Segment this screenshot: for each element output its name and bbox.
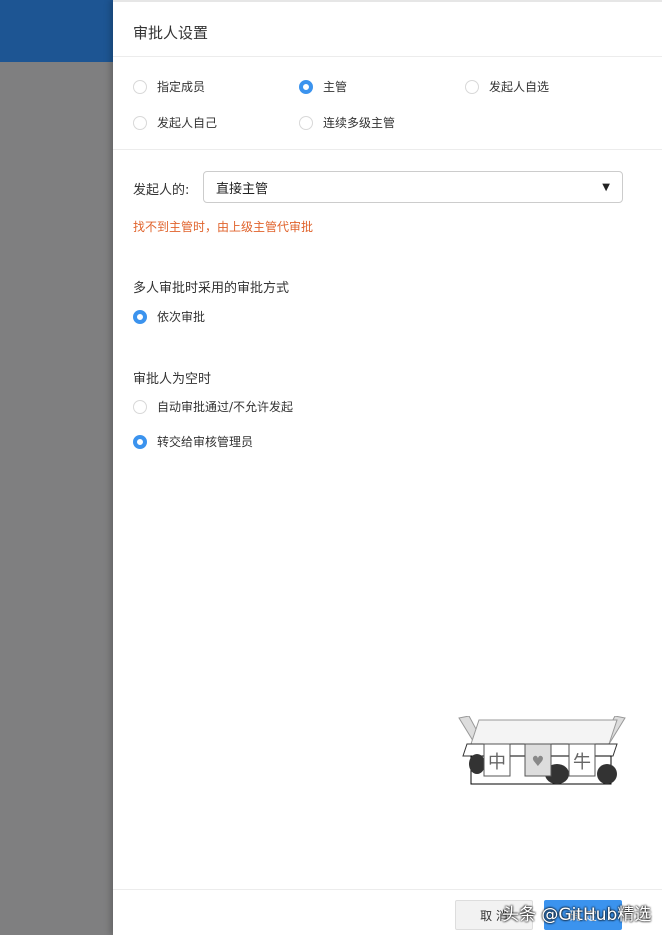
empty-approver-heading: 审批人为空时 — [133, 372, 212, 387]
radio-label: 连续多级主管 — [323, 116, 396, 130]
supervisor-label: 发起人的: — [133, 183, 190, 198]
watermark: 头条 @GitHub精选 — [502, 905, 652, 925]
radio-label: 自动审批通过/不允许发起 — [157, 400, 294, 414]
radio-icon — [133, 399, 147, 414]
radio-sequential-approval[interactable]: 依次审批 — [133, 308, 205, 325]
radio-initiator-self[interactable]: 发起人自己 — [133, 114, 217, 131]
radio-checked-icon — [133, 434, 147, 449]
svg-text:牛: 牛 — [573, 752, 591, 773]
radio-label: 转交给审核管理员 — [157, 435, 254, 449]
radio-label: 发起人自己 — [157, 116, 218, 130]
radio-icon — [133, 115, 147, 130]
radio-label: 发起人自选 — [489, 80, 550, 94]
radio-checked-icon — [133, 309, 147, 324]
svg-text:♥: ♥ — [532, 754, 545, 770]
app-header — [0, 0, 113, 62]
radio-supervisor[interactable]: 主管 — [299, 78, 347, 95]
caret-down-icon: ▼ — [602, 181, 610, 193]
radio-initiator-choose[interactable]: 发起人自选 — [465, 78, 549, 95]
approver-settings-drawer: 审批人设置 指定成员 主管 发起人自选 发起人自己 连续多级主管 发起人的: 直… — [113, 0, 662, 935]
radio-multilevel-supervisor[interactable]: 连续多级主管 — [299, 114, 395, 131]
svg-text:中: 中 — [488, 752, 506, 773]
radio-label: 主管 — [323, 80, 348, 94]
supervisor-warning: 找不到主管时，由上级主管代审批 — [133, 220, 314, 234]
radio-label: 指定成员 — [157, 80, 206, 94]
milk-box-illustration: 中 ♥ 牛 — [458, 716, 626, 785]
radio-icon — [465, 79, 479, 94]
divider — [113, 149, 662, 150]
supervisor-level-select[interactable]: 直接主管 ▼ — [203, 171, 623, 203]
select-value: 直接主管 — [216, 181, 269, 197]
drawer-title: 审批人设置 — [133, 24, 209, 42]
radio-designated-member[interactable]: 指定成员 — [133, 78, 205, 95]
radio-auto-approve[interactable]: 自动审批通过/不允许发起 — [133, 398, 293, 415]
multi-approval-heading: 多人审批时采用的审批方式 — [133, 281, 290, 296]
footer-divider — [113, 889, 662, 890]
divider — [113, 56, 662, 57]
radio-checked-icon — [299, 79, 313, 94]
radio-icon — [299, 115, 313, 130]
radio-icon — [133, 79, 147, 94]
radio-label: 依次审批 — [157, 310, 206, 324]
radio-transfer-admin[interactable]: 转交给审核管理员 — [133, 433, 253, 450]
